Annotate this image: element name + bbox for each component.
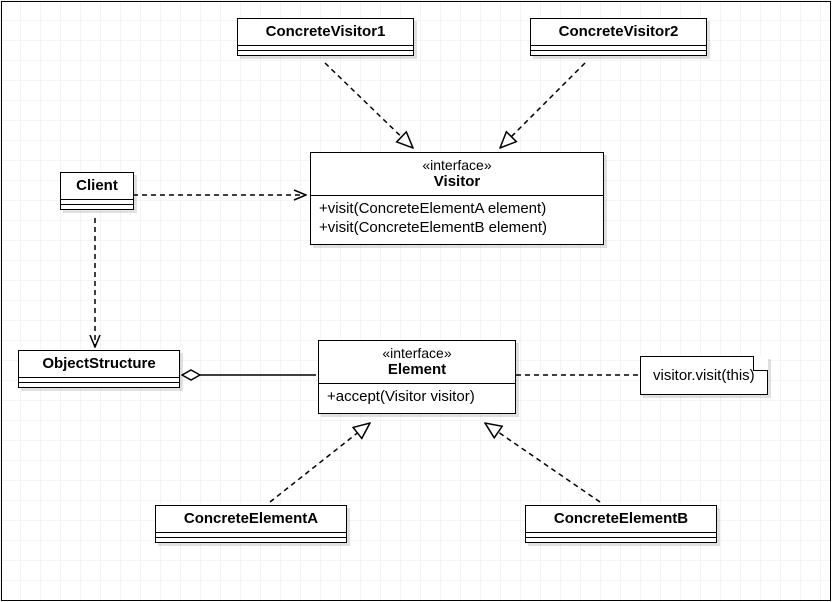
note-visitorvisit: visitor.visit(this) bbox=[640, 356, 768, 395]
operations: +accept(Visitor visitor) bbox=[319, 383, 515, 413]
class-objectstructure: ObjectStructure bbox=[18, 350, 180, 388]
stereotype: «interface» bbox=[319, 341, 515, 361]
class-name: Visitor bbox=[311, 173, 603, 195]
class-name: ConcreteVisitor1 bbox=[238, 19, 413, 45]
interface-visitor: «interface» Visitor +visit(ConcreteEleme… bbox=[310, 152, 604, 245]
class-concretevisitor2: ConcreteVisitor2 bbox=[530, 18, 707, 56]
operations: +visit(ConcreteElementA element) +visit(… bbox=[311, 195, 603, 244]
class-name: Client bbox=[61, 173, 133, 199]
class-name: ConcreteElementB bbox=[526, 506, 716, 532]
interface-element: «interface» Element +accept(Visitor visi… bbox=[318, 340, 516, 414]
class-client: Client bbox=[60, 172, 134, 210]
stereotype: «interface» bbox=[311, 153, 603, 173]
class-concreteelementa: ConcreteElementA bbox=[155, 505, 347, 543]
class-name: Element bbox=[319, 361, 515, 383]
class-name: ObjectStructure bbox=[19, 351, 179, 377]
note-text: visitor.visit(this) bbox=[653, 367, 755, 384]
class-concretevisitor1: ConcreteVisitor1 bbox=[237, 18, 414, 56]
class-concreteelementb: ConcreteElementB bbox=[525, 505, 717, 543]
class-name: ConcreteVisitor2 bbox=[531, 19, 706, 45]
class-name: ConcreteElementA bbox=[156, 506, 346, 532]
